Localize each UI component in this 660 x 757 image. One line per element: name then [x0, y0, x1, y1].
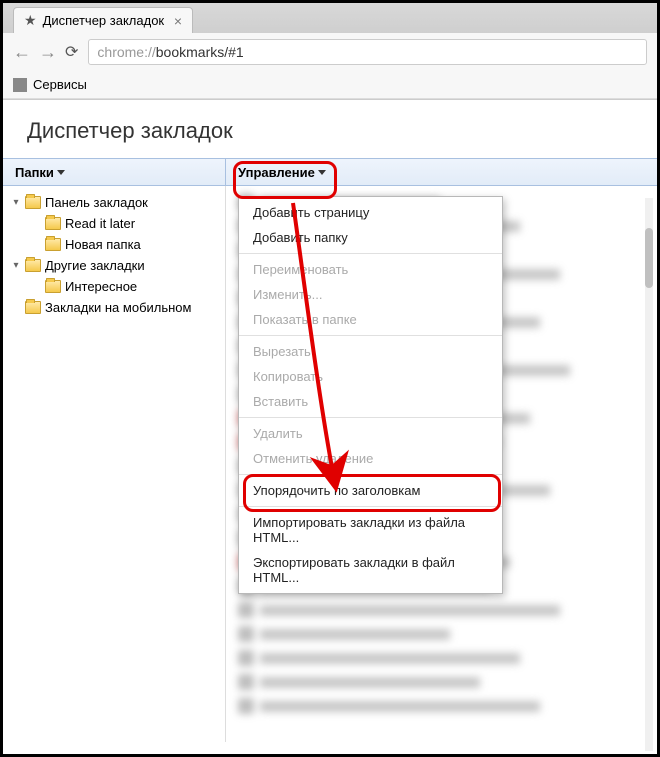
- menu-separator: [239, 335, 502, 336]
- menu-item: Изменить...: [239, 282, 502, 307]
- tab-title: Диспетчер закладок: [43, 13, 165, 28]
- tree-item[interactable]: Закладки на мобильном: [7, 297, 221, 318]
- folder-icon: [45, 280, 61, 293]
- scrollbar-thumb[interactable]: [645, 228, 653, 288]
- tree-item-label: Новая папка: [65, 237, 141, 252]
- caret-down-icon: [57, 170, 65, 175]
- manage-header-cell: Управление: [226, 159, 657, 185]
- menu-item[interactable]: Импортировать закладки из файла HTML...: [239, 510, 502, 550]
- tree-item[interactable]: Новая папка: [7, 234, 221, 255]
- tree-item-label: Интересное: [65, 279, 137, 294]
- tree-item-label: Другие закладки: [45, 258, 145, 273]
- menu-separator: [239, 417, 502, 418]
- tree-toggle-icon[interactable]: ▾: [11, 197, 21, 208]
- menu-item[interactable]: Упорядочить по заголовкам: [239, 478, 502, 503]
- tree-item[interactable]: Read it later: [7, 213, 221, 234]
- browser-chrome: ★ Диспетчер закладок × ← → ⟳ chrome://bo…: [3, 3, 657, 100]
- menu-item[interactable]: Экспортировать закладки в файл HTML...: [239, 550, 502, 590]
- menu-separator: [239, 253, 502, 254]
- caret-down-icon: [318, 170, 326, 175]
- apps-icon[interactable]: [13, 78, 27, 92]
- manager-toolbar: Папки Управление: [3, 158, 657, 186]
- folder-icon: [25, 301, 41, 314]
- nav-bar: ← → ⟳ chrome://bookmarks/#1: [3, 33, 657, 71]
- vertical-scrollbar[interactable]: [645, 198, 653, 751]
- star-icon: ★: [24, 12, 37, 29]
- menu-item: Отменить удаление: [239, 446, 502, 471]
- menu-item: Вставить: [239, 389, 502, 414]
- url-path: bookmarks/#1: [156, 44, 244, 60]
- menu-separator: [239, 474, 502, 475]
- menu-item: Переименовать: [239, 257, 502, 282]
- folder-icon: [25, 259, 41, 272]
- forward-button[interactable]: →: [39, 42, 57, 63]
- services-link[interactable]: Сервисы: [33, 77, 87, 92]
- tree-item[interactable]: ▾ Другие закладки: [7, 255, 221, 276]
- folder-icon: [45, 238, 61, 251]
- menu-item: Копировать: [239, 364, 502, 389]
- nav-buttons: ← → ⟳: [13, 42, 78, 63]
- menu-item[interactable]: Добавить папку: [239, 225, 502, 250]
- tab-bar: ★ Диспетчер закладок ×: [3, 3, 657, 33]
- tree-toggle-icon[interactable]: ▾: [11, 260, 21, 271]
- folder-tree: ▾ Панель закладок Read it later Новая папка…: [3, 186, 226, 742]
- tree-item-label: Панель закладок: [45, 195, 148, 210]
- folders-label: Папки: [15, 165, 54, 180]
- tree-item-label: Закладки на мобильном: [45, 300, 191, 315]
- url-bar[interactable]: chrome://bookmarks/#1: [88, 39, 647, 65]
- menu-item: Вырезать: [239, 339, 502, 364]
- back-button[interactable]: ←: [13, 42, 31, 63]
- tree-item-label: Read it later: [65, 216, 135, 231]
- tree-item[interactable]: ▾ Панель закладок: [7, 192, 221, 213]
- manage-menu: Добавить страницуДобавить папку Переимено…: [238, 196, 503, 594]
- close-tab-icon[interactable]: ×: [174, 13, 182, 29]
- folders-header-cell: Папки: [3, 159, 226, 185]
- menu-item: Показать в папке: [239, 307, 502, 332]
- manage-label: Управление: [238, 165, 315, 180]
- refresh-button[interactable]: ⟳: [65, 42, 78, 62]
- menu-item: Удалить: [239, 421, 502, 446]
- folder-icon: [25, 196, 41, 209]
- folders-dropdown[interactable]: Папки: [15, 165, 65, 180]
- bookmarks-toolbar: Сервисы: [3, 71, 657, 99]
- menu-item[interactable]: Добавить страницу: [239, 200, 502, 225]
- menu-separator: [239, 506, 502, 507]
- url-scheme: chrome://: [97, 44, 155, 60]
- browser-tab[interactable]: ★ Диспетчер закладок ×: [13, 7, 193, 33]
- folder-icon: [45, 217, 61, 230]
- page-title: Диспетчер закладок: [3, 100, 657, 158]
- manage-dropdown[interactable]: Управление: [238, 165, 326, 180]
- tree-item[interactable]: Интересное: [7, 276, 221, 297]
